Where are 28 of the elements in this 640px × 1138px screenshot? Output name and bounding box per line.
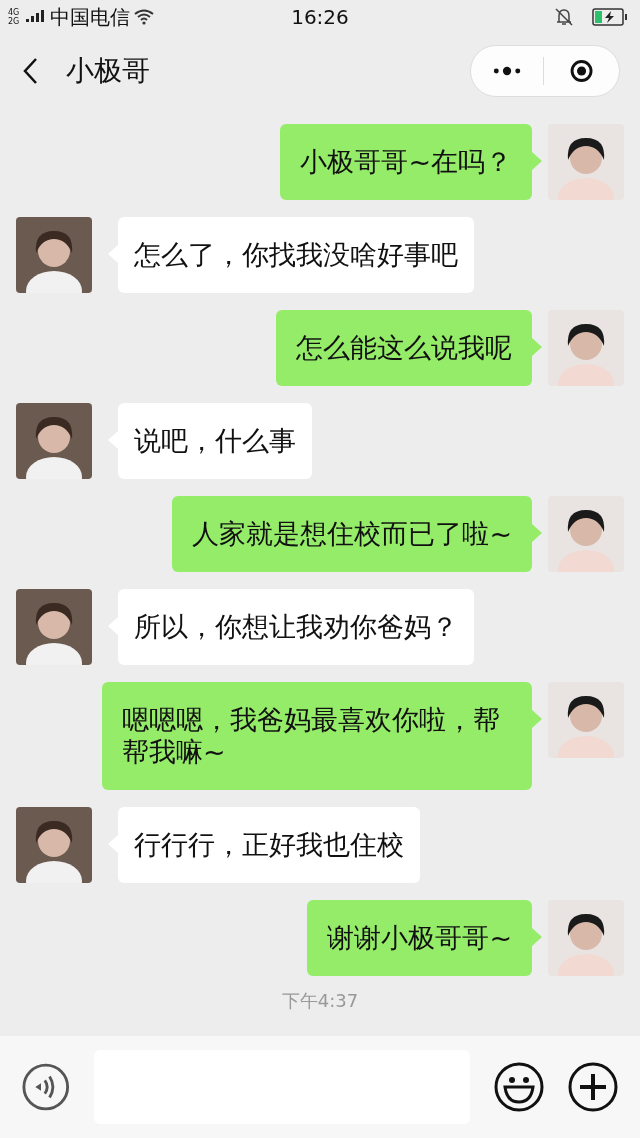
carrier-name: 中国电信 bbox=[50, 4, 130, 31]
message-bubble: 谢谢小极哥哥~ bbox=[307, 900, 532, 976]
bubble-tail-icon bbox=[532, 524, 542, 542]
network-type: 4G 2G bbox=[8, 8, 21, 26]
more-icon[interactable] bbox=[493, 65, 522, 77]
message-bubble: 所以，你想让我劝你爸妈？ bbox=[118, 589, 474, 665]
voice-icon[interactable] bbox=[22, 1062, 70, 1112]
close-icon[interactable] bbox=[569, 57, 593, 85]
bubble-tail-icon bbox=[532, 710, 542, 728]
plus-icon[interactable] bbox=[568, 1062, 618, 1112]
signal-icon bbox=[26, 10, 46, 24]
bubble-tail-icon bbox=[532, 928, 542, 946]
message-bubble: 行行行，正好我也住校 bbox=[118, 807, 420, 883]
bubble-tail-icon bbox=[532, 152, 542, 170]
timestamp: 下午4:37 bbox=[281, 989, 359, 1013]
bubble-tail-icon bbox=[532, 338, 542, 356]
mute-bell-icon bbox=[554, 7, 574, 27]
message-bubble: 嗯嗯嗯，我爸妈最喜欢你啦，帮帮我嘛~ bbox=[102, 682, 532, 790]
message-bubble: 怎么了，你找我没啥好事吧 bbox=[118, 217, 474, 293]
message-bubble: 人家就是想住校而已了啦~ bbox=[172, 496, 532, 572]
wifi-icon bbox=[134, 9, 154, 25]
message-bubble: 怎么能这么说我呢 bbox=[276, 310, 532, 386]
message-bubble: 说吧，什么事 bbox=[118, 403, 312, 479]
emoji-icon[interactable] bbox=[494, 1062, 544, 1112]
clock-time: 16:26 bbox=[291, 4, 349, 31]
message-bubble: 小极哥哥~在吗？ bbox=[280, 124, 532, 200]
battery-icon bbox=[592, 8, 628, 26]
chat-title: 小极哥 bbox=[66, 53, 151, 89]
